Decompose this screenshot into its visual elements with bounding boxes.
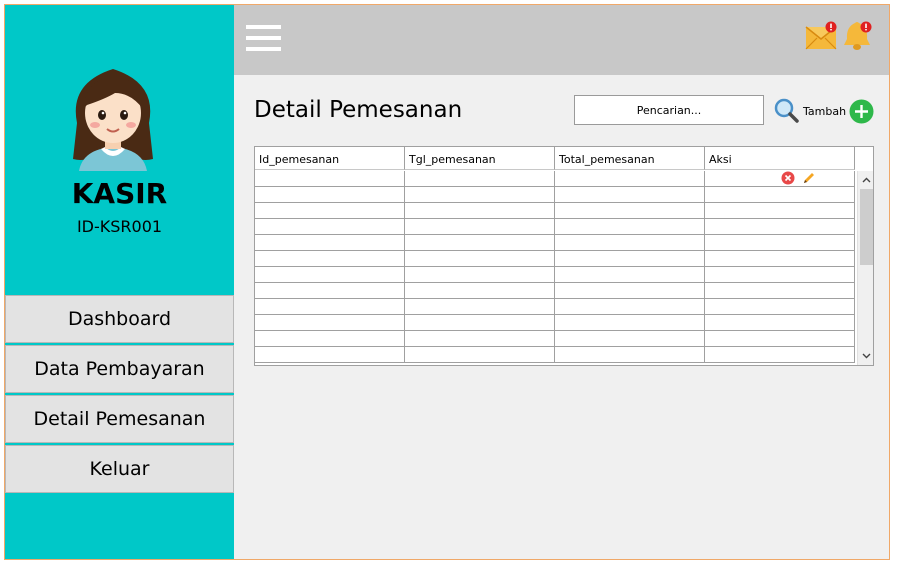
search-icon[interactable] <box>773 97 799 123</box>
table-row[interactable] <box>255 299 857 315</box>
table-cell[interactable] <box>255 235 405 251</box>
table-cell[interactable] <box>705 331 855 347</box>
table-cell[interactable] <box>405 235 555 251</box>
table-cell[interactable] <box>255 219 405 235</box>
edit-icon[interactable] <box>802 171 816 185</box>
user-role: KASIR <box>71 177 168 210</box>
page-title: Detail Pemesanan <box>254 97 463 123</box>
table-cell[interactable] <box>705 315 855 331</box>
table-cell[interactable] <box>705 219 855 235</box>
table-cell[interactable] <box>405 219 555 235</box>
table-cell[interactable] <box>255 187 405 203</box>
table-row[interactable] <box>255 267 857 283</box>
orders-table: Id_pemesanan Tgl_pemesanan Total_pemesan… <box>254 146 874 366</box>
table-cell[interactable] <box>555 347 705 363</box>
table-header: Id_pemesanan Tgl_pemesanan Total_pemesan… <box>255 147 857 171</box>
table-cell[interactable] <box>555 331 705 347</box>
table-cell[interactable] <box>555 299 705 315</box>
table-cell[interactable] <box>255 203 405 219</box>
add-icon[interactable] <box>849 99 874 124</box>
table-row[interactable] <box>255 187 857 203</box>
table-cell[interactable] <box>405 171 555 187</box>
table-cell[interactable] <box>555 219 705 235</box>
column-header[interactable]: Total_pemesanan <box>555 147 705 170</box>
table-row[interactable] <box>255 347 857 363</box>
detail-pemesanan-button[interactable]: Detail Pemesanan <box>5 395 234 443</box>
table-cell[interactable] <box>405 187 555 203</box>
scroll-down-icon[interactable] <box>858 349 874 363</box>
sidebar: KASIR ID-KSR001 Dashboard Data Pembayara… <box>5 5 234 559</box>
table-cell[interactable] <box>555 267 705 283</box>
table-row[interactable] <box>255 171 857 187</box>
add-label[interactable]: Tambah <box>803 105 846 118</box>
table-cell[interactable] <box>255 347 405 363</box>
bell-icon[interactable] <box>840 19 874 53</box>
table-cell[interactable] <box>255 251 405 267</box>
table-row[interactable] <box>255 315 857 331</box>
table-cell[interactable] <box>705 283 855 299</box>
column-header[interactable]: Tgl_pemesanan <box>405 147 555 170</box>
table-row[interactable] <box>255 251 857 267</box>
scroll-corner <box>857 147 873 171</box>
table-body <box>255 171 857 363</box>
mail-icon[interactable] <box>805 21 839 51</box>
table-cell[interactable] <box>255 267 405 283</box>
dashboard-button[interactable]: Dashboard <box>5 295 234 343</box>
app-window: KASIR ID-KSR001 Dashboard Data Pembayara… <box>4 4 890 560</box>
keluar-button[interactable]: Keluar <box>5 445 234 493</box>
table-cell[interactable] <box>405 315 555 331</box>
table-row[interactable] <box>255 219 857 235</box>
table-cell[interactable] <box>555 251 705 267</box>
table-cell[interactable] <box>705 299 855 315</box>
table-cell[interactable] <box>405 299 555 315</box>
table-cell[interactable] <box>255 283 405 299</box>
table-row[interactable] <box>255 235 857 251</box>
table-cell[interactable] <box>405 203 555 219</box>
table-cell[interactable] <box>405 251 555 267</box>
table-cell[interactable] <box>705 203 855 219</box>
scrollbar-thumb[interactable] <box>860 189 873 265</box>
table-grid: Id_pemesanan Tgl_pemesanan Total_pemesan… <box>255 147 857 363</box>
table-cell[interactable] <box>705 187 855 203</box>
table-cell[interactable] <box>705 347 855 363</box>
table-cell[interactable] <box>705 251 855 267</box>
data-pembayaran-button[interactable]: Data Pembayaran <box>5 345 234 393</box>
table-row[interactable] <box>255 331 857 347</box>
table-cell[interactable] <box>705 171 855 187</box>
table-cell[interactable] <box>405 331 555 347</box>
table-cell[interactable] <box>255 171 405 187</box>
table-row[interactable] <box>255 203 857 219</box>
table-cell[interactable] <box>555 171 705 187</box>
table-cell[interactable] <box>405 283 555 299</box>
table-cell[interactable] <box>255 315 405 331</box>
table-cell[interactable] <box>255 299 405 315</box>
column-header[interactable]: Id_pemesanan <box>255 147 405 170</box>
vertical-scrollbar[interactable] <box>857 171 874 365</box>
scroll-up-icon[interactable] <box>858 173 874 187</box>
search-input[interactable] <box>574 95 764 125</box>
sidebar-menu: Dashboard Data Pembayaran Detail Pemesan… <box>5 295 234 495</box>
avatar <box>73 69 153 171</box>
table-cell[interactable] <box>405 347 555 363</box>
column-header[interactable]: Aksi <box>705 147 855 170</box>
table-cell[interactable] <box>705 267 855 283</box>
top-bar <box>234 5 889 75</box>
table-cell[interactable] <box>405 267 555 283</box>
user-id: ID-KSR001 <box>76 217 163 236</box>
table-cell[interactable] <box>555 187 705 203</box>
table-cell[interactable] <box>555 315 705 331</box>
table-row[interactable] <box>255 283 857 299</box>
table-cell[interactable] <box>555 203 705 219</box>
table-cell[interactable] <box>255 331 405 347</box>
table-cell[interactable] <box>555 235 705 251</box>
table-cell[interactable] <box>705 235 855 251</box>
delete-icon[interactable] <box>781 171 795 185</box>
table-cell[interactable] <box>555 283 705 299</box>
menu-icon[interactable] <box>246 25 282 53</box>
